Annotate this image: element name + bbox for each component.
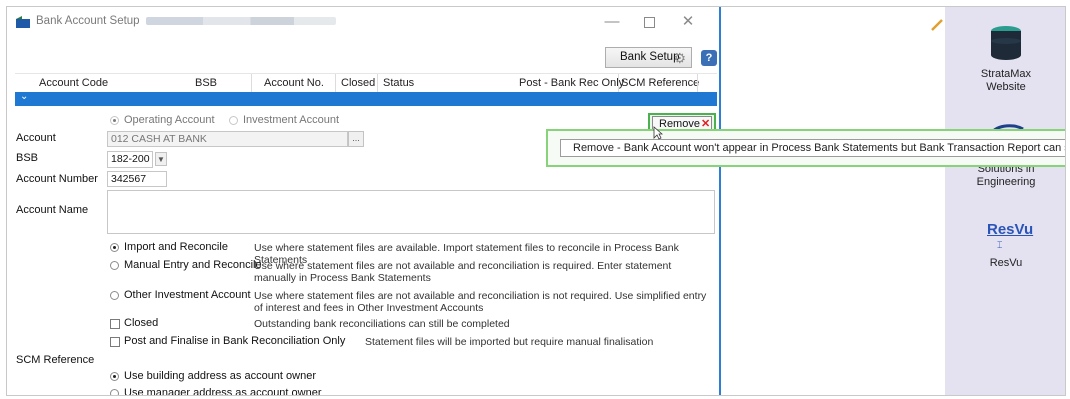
- manager-address-label: Use manager address as account owner: [124, 387, 322, 396]
- redacted-title-text: [145, 16, 336, 25]
- post-and-finalise-checkbox[interactable]: [110, 337, 120, 347]
- remove-tooltip: Remove - Bank Account won't appear in Pr…: [560, 139, 1065, 157]
- col-status[interactable]: Status: [383, 77, 414, 89]
- maximize-button[interactable]: [636, 12, 662, 32]
- account-browse-button[interactable]: ...: [348, 131, 364, 147]
- stratamax-website-label[interactable]: StrataMax Website: [945, 68, 1065, 94]
- resvu-logo[interactable]: ResVu: [987, 221, 1033, 238]
- maximize-icon: [643, 17, 655, 28]
- col-post-bank-rec-only[interactable]: Post - Bank Rec Only: [519, 77, 624, 89]
- manual-entry-and-reconcile-desc: Use where statement files are not availa…: [254, 260, 672, 284]
- import-and-reconcile-radio[interactable]: [110, 243, 119, 252]
- closed-desc: Outstanding bank reconciliations can sti…: [254, 318, 510, 330]
- other-investment-account-desc: Use where statement files are not availa…: [254, 290, 707, 314]
- chevron-down-icon[interactable]: ⌄: [20, 91, 28, 102]
- operating-account-label: Operating Account: [124, 114, 215, 126]
- bank-account-setup-window: Bank Account Setup — ✕ Bank Setup ⚙ ? Ac…: [7, 7, 721, 396]
- help-icon[interactable]: ?: [701, 50, 717, 66]
- account-name-label: Account Name: [16, 204, 89, 216]
- window-title: Bank Account Setup: [36, 15, 336, 27]
- title-bar: Bank Account Setup — ✕: [7, 7, 719, 37]
- chevron-down-icon[interactable]: ▼: [155, 152, 167, 166]
- building-address-label: Use building address as account owner: [124, 370, 317, 382]
- database-icon[interactable]: [989, 25, 1023, 61]
- post-and-finalise-label: Post and Finalise in Bank Reconciliation…: [124, 335, 346, 347]
- other-investment-account-radio[interactable]: [110, 291, 119, 300]
- tooltip-highlight: Remove - Bank Account won't appear in Pr…: [546, 129, 1065, 167]
- col-separator: [251, 74, 252, 92]
- bank-setup-button[interactable]: Bank Setup ⚙: [605, 47, 692, 68]
- investment-account-radio[interactable]: [229, 116, 238, 125]
- minimize-button[interactable]: —: [599, 12, 625, 32]
- manager-address-radio[interactable]: [110, 389, 119, 395]
- resvu-mark-icon: ⌶: [997, 240, 1003, 250]
- col-scm-reference[interactable]: SCM Reference: [621, 77, 699, 89]
- scm-reference-label: SCM Reference: [16, 354, 95, 366]
- mouse-cursor-icon: [653, 126, 663, 140]
- post-and-finalise-desc: Statement files will be imported but req…: [365, 336, 654, 348]
- account-name-field[interactable]: [107, 190, 715, 234]
- close-button[interactable]: ✕: [675, 12, 701, 32]
- links-sidebar: StrataMax Website Solutions in Engineeri…: [945, 7, 1065, 395]
- building-address-radio[interactable]: [110, 372, 119, 381]
- manual-entry-and-reconcile-label: Manual Entry and Reconcile: [124, 259, 262, 271]
- bsb-select[interactable]: 182-200: [107, 151, 153, 168]
- app-icon: [16, 16, 30, 28]
- import-and-reconcile-label: Import and Reconcile: [124, 241, 228, 253]
- account-label: Account: [16, 132, 56, 144]
- screen: Bank Account Setup — ✕ Bank Setup ⚙ ? Ac…: [6, 6, 1066, 396]
- col-bsb[interactable]: BSB: [195, 77, 217, 89]
- col-account-no[interactable]: Account No.: [264, 77, 324, 89]
- investment-account-label: Investment Account: [243, 114, 339, 126]
- bsb-label: BSB: [16, 152, 39, 164]
- accounts-grid-header: Account Code BSB Account No. Closed Stat…: [15, 73, 717, 93]
- col-account-code[interactable]: Account Code: [39, 77, 108, 89]
- selected-grid-row[interactable]: ⌄: [15, 91, 717, 106]
- col-separator: [618, 74, 619, 92]
- desktop-area: [721, 7, 935, 395]
- manual-entry-and-reconcile-radio[interactable]: [110, 261, 119, 270]
- other-investment-account-label: Other Investment Account: [124, 289, 251, 301]
- pencil-icon[interactable]: [930, 18, 944, 32]
- closed-label: Closed: [124, 317, 159, 329]
- account-field[interactable]: 012 CASH AT BANK: [107, 131, 348, 147]
- col-separator: [377, 74, 378, 92]
- account-number-label: Account Number: [16, 173, 98, 185]
- resvu-label[interactable]: ResVu: [945, 257, 1065, 270]
- col-separator: [697, 74, 698, 92]
- col-closed[interactable]: Closed: [341, 77, 375, 89]
- bank-setup-label: Bank Setup: [620, 51, 680, 63]
- account-number-field[interactable]: 342567: [107, 171, 167, 187]
- gear-icon: ⚙: [673, 50, 686, 66]
- col-separator: [335, 74, 336, 92]
- closed-checkbox[interactable]: [110, 319, 120, 329]
- operating-account-radio[interactable]: [110, 116, 119, 125]
